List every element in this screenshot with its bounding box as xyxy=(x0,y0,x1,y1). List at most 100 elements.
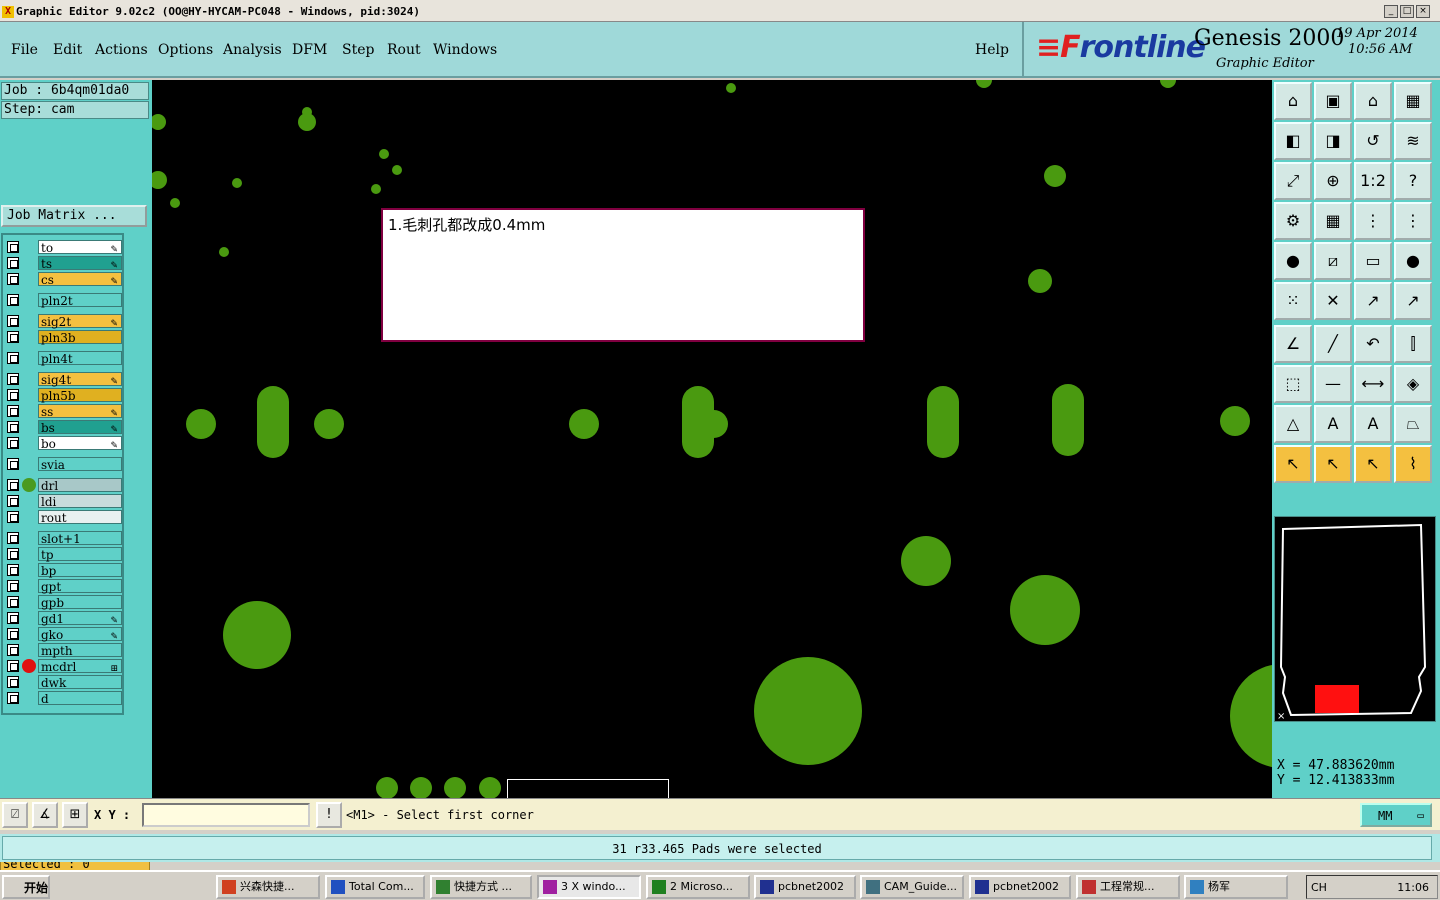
layer-row-mpth[interactable]: mpth xyxy=(5,643,122,658)
pad[interactable] xyxy=(376,777,398,798)
layer-name[interactable]: pln5b xyxy=(38,388,122,403)
pad[interactable] xyxy=(186,409,216,439)
layer-checkbox[interactable] xyxy=(7,331,19,343)
menu-analysis[interactable]: Analysis xyxy=(223,42,282,58)
measure-red-icon[interactable]: ⋮ xyxy=(1354,202,1392,240)
menu-rout[interactable]: Rout xyxy=(387,42,421,58)
pad[interactable] xyxy=(1010,575,1080,645)
menu-file[interactable]: File xyxy=(11,42,38,58)
layer-row-d[interactable]: d xyxy=(5,691,122,706)
slot-pad[interactable] xyxy=(927,386,959,458)
pan-left-icon[interactable]: ◧ xyxy=(1274,122,1312,160)
menu-help[interactable]: Help xyxy=(975,42,1009,58)
layer-name[interactable]: ts ✎ xyxy=(38,256,122,271)
layer-row-ts[interactable]: ts ✎ xyxy=(5,256,122,271)
layer-checkbox[interactable] xyxy=(7,660,19,672)
layer-checkbox[interactable] xyxy=(7,294,19,306)
grid-mode-button[interactable]: ⊞ xyxy=(62,802,88,828)
taskbar-item[interactable]: 快捷方式 ... xyxy=(430,875,532,899)
graphic-canvas[interactable]: 1.毛刺孔都改成0.4mm xyxy=(152,80,1272,798)
pad[interactable] xyxy=(569,409,599,439)
select-circle-icon[interactable]: ↖ xyxy=(1354,445,1392,483)
layer-checkbox[interactable] xyxy=(7,596,19,608)
layer-row-rout[interactable]: rout xyxy=(5,510,122,525)
layer-checkbox[interactable] xyxy=(7,315,19,327)
grid-icon[interactable]: ▦ xyxy=(1314,202,1352,240)
line-blue-icon[interactable]: ╱ xyxy=(1314,325,1352,363)
layer-name[interactable]: pln4t xyxy=(38,351,122,366)
pad[interactable] xyxy=(223,601,291,669)
move-blue-icon[interactable]: ↗ xyxy=(1394,282,1432,320)
layer-name[interactable]: mpth xyxy=(38,643,122,658)
layer-checkbox[interactable] xyxy=(7,273,19,285)
layer-checkbox[interactable] xyxy=(7,548,19,560)
layer-row-pln3b[interactable]: pln3b xyxy=(5,330,122,345)
undo-zoom-icon[interactable]: ↺ xyxy=(1354,122,1392,160)
layer-row-to[interactable]: to ✎ xyxy=(5,240,122,255)
pad[interactable] xyxy=(901,536,951,586)
layer-row-ldi[interactable]: ldi xyxy=(5,494,122,509)
taskbar-item[interactable]: CAM_Guide... xyxy=(860,875,964,899)
layer-name[interactable]: pln3b xyxy=(38,330,122,345)
layer-name[interactable]: slot+1 xyxy=(38,531,122,546)
layer-checkbox[interactable] xyxy=(7,421,19,433)
layer-name[interactable]: dwk xyxy=(38,675,122,690)
move-red-icon[interactable]: ↗ xyxy=(1354,282,1392,320)
circle-icon[interactable]: ● xyxy=(1394,242,1432,280)
pad[interactable] xyxy=(152,114,166,130)
menu-dfm[interactable]: DFM xyxy=(292,42,327,58)
pad[interactable] xyxy=(726,83,736,93)
layer-name[interactable]: mcdrl ⊞ xyxy=(38,659,122,674)
taskbar-item[interactable]: 3 X windo... xyxy=(537,875,641,899)
pad[interactable] xyxy=(170,198,180,208)
shapes-icon[interactable]: ◈ xyxy=(1394,365,1432,403)
layer-checkbox[interactable] xyxy=(7,692,19,704)
layer-name[interactable]: svia xyxy=(38,457,122,472)
units-select[interactable]: MM ▭ xyxy=(1360,803,1432,827)
layer-row-gd1[interactable]: gd1 ✎ xyxy=(5,611,122,626)
layer-checkbox[interactable] xyxy=(7,257,19,269)
measure-blue-icon[interactable]: ⋮ xyxy=(1394,202,1432,240)
layer-checkbox[interactable] xyxy=(7,628,19,640)
trim-icon[interactable]: — xyxy=(1314,365,1352,403)
pad-icon[interactable]: ● xyxy=(1274,242,1312,280)
layer-row-gpb[interactable]: gpb xyxy=(5,595,122,610)
layer-row-pln5b[interactable]: pln5b xyxy=(5,388,122,403)
angle-mode-button[interactable]: ∡ xyxy=(32,802,58,828)
pad[interactable] xyxy=(1160,80,1176,88)
layer-row-slot1[interactable]: slot+1 xyxy=(5,531,122,546)
maximize-button[interactable]: □ xyxy=(1400,5,1414,18)
fit-screen-icon[interactable]: ⤢ xyxy=(1274,162,1312,200)
pad[interactable] xyxy=(1220,406,1250,436)
layer-name[interactable]: tp xyxy=(38,547,122,562)
close-button[interactable]: × xyxy=(1416,5,1430,18)
menu-options[interactable]: Options xyxy=(158,42,213,58)
taskbar-item[interactable]: 兴森快捷... xyxy=(216,875,320,899)
polygon-icon[interactable]: ⏢ xyxy=(1394,405,1432,443)
scale-1-2-icon[interactable]: 1:2 xyxy=(1354,162,1392,200)
connect-icon[interactable]: ⁙ xyxy=(1274,282,1312,320)
pad[interactable] xyxy=(152,171,167,189)
layer-name[interactable]: ss ✎ xyxy=(38,404,122,419)
pad[interactable] xyxy=(232,178,242,188)
layer-name[interactable]: ldi xyxy=(38,494,122,509)
layer-name[interactable]: gpb xyxy=(38,595,122,610)
cross-icon[interactable]: ✕ xyxy=(1314,282,1352,320)
layer-name[interactable]: cs ✎ xyxy=(38,272,122,287)
fit-profile-icon[interactable]: ⊕ xyxy=(1314,162,1352,200)
select-net-icon[interactable]: ⌇ xyxy=(1394,445,1432,483)
select-icon[interactable]: ↖ xyxy=(1274,445,1312,483)
minimize-button[interactable]: _ xyxy=(1384,5,1398,18)
layer-checkbox[interactable] xyxy=(7,352,19,364)
layer-checkbox[interactable] xyxy=(7,479,19,491)
layer-name[interactable]: drl xyxy=(38,478,122,493)
layer-row-dwk[interactable]: dwk xyxy=(5,675,122,690)
layer-checkbox[interactable] xyxy=(7,405,19,417)
layer-name[interactable]: sig2t ✎ xyxy=(38,314,122,329)
arrow-up-icon[interactable]: A xyxy=(1354,405,1392,443)
overview-map[interactable]: × xyxy=(1274,516,1436,722)
layer-row-pln2t[interactable]: pln2t xyxy=(5,293,122,308)
triangle-red-icon[interactable]: △ xyxy=(1274,405,1312,443)
slot-pad[interactable] xyxy=(682,386,714,458)
layer-row-gpt[interactable]: gpt xyxy=(5,579,122,594)
